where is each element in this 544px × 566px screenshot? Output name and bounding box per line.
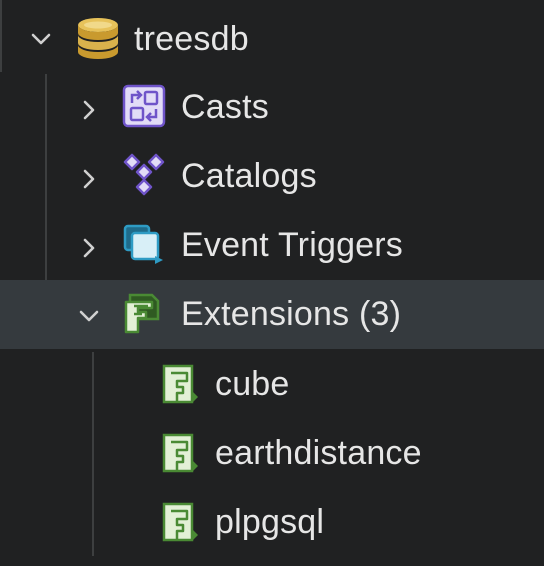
tree-node-label: cube bbox=[215, 365, 290, 403]
chevron-right-icon[interactable] bbox=[78, 237, 100, 259]
chevron-down-icon[interactable] bbox=[30, 28, 52, 50]
extensions-icon bbox=[124, 293, 160, 334]
casts-icon bbox=[122, 84, 166, 128]
database-icon bbox=[78, 18, 118, 59]
tree-node-label: treesdb bbox=[134, 20, 249, 58]
tree-node-label: earthdistance bbox=[215, 434, 422, 472]
object-tree: treesdb Casts Catalogs Event Triggers Ex… bbox=[0, 0, 544, 566]
chevron-right-icon[interactable] bbox=[78, 99, 100, 121]
extension-icon bbox=[162, 502, 198, 542]
tree-node-label: Extensions (3) bbox=[181, 295, 402, 333]
tree-node-catalogs[interactable]: Catalogs bbox=[0, 142, 544, 211]
tree-node-label: Event Triggers bbox=[181, 226, 404, 264]
tree-node-label: Casts bbox=[181, 88, 269, 126]
tree-node-label: plpgsql bbox=[215, 503, 325, 541]
tree-node-label: Catalogs bbox=[181, 157, 317, 195]
event-triggers-icon bbox=[123, 224, 163, 264]
chevron-right-icon[interactable] bbox=[78, 168, 100, 190]
tree-node-treesdb[interactable]: treesdb bbox=[0, 4, 544, 73]
catalogs-icon bbox=[123, 153, 165, 196]
chevron-down-icon[interactable] bbox=[78, 305, 100, 327]
tree-node-extension-cube[interactable]: cube bbox=[0, 350, 544, 419]
tree-node-extension-plpgsql[interactable]: plpgsql bbox=[0, 488, 544, 557]
tree-node-extensions[interactable]: Extensions (3) bbox=[0, 280, 544, 349]
tree-node-event-triggers[interactable]: Event Triggers bbox=[0, 211, 544, 280]
extension-icon bbox=[162, 433, 198, 473]
tree-node-casts[interactable]: Casts bbox=[0, 73, 544, 142]
extension-icon bbox=[162, 364, 198, 404]
tree-node-extension-earthdistance[interactable]: earthdistance bbox=[0, 419, 544, 488]
